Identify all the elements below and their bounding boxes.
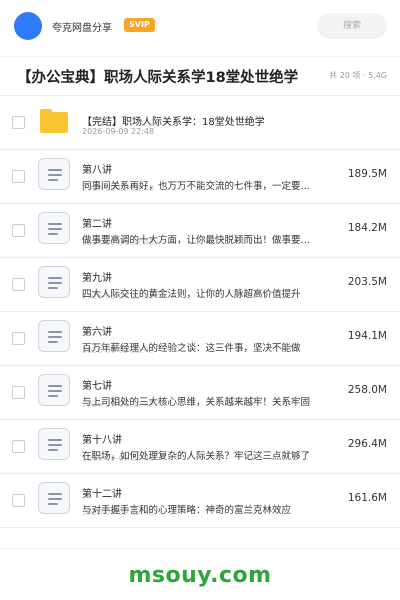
watermark: msouy.com [128, 563, 272, 588]
file-row[interactable]: 第十二讲 2026-09-09 22:48 与对手握手言和的心理策略：神奇的富兰… [0, 474, 400, 528]
file-name: 第十八讲 [82, 435, 122, 446]
file-row[interactable]: 第六讲 2026-09-09 22:48 百万年薪经理人的经验之谈：这三件事，坚… [0, 312, 400, 366]
file-row[interactable]: 第十八讲 2026-09-09 22:48 在职场，如何处理复杂的人际关系？牢记… [0, 420, 400, 474]
file-list: 【完结】职场人际关系学：18堂处世绝学 2026-09-09 22:48 第八讲… [0, 96, 400, 528]
row-checkbox[interactable] [12, 386, 25, 399]
file-name: 第十二讲 [82, 489, 122, 500]
row-checkbox[interactable] [12, 224, 25, 237]
folder-row[interactable]: 【完结】职场人际关系学：18堂处世绝学 2026-09-09 22:48 [0, 96, 400, 150]
file-description: 与对手握手言和的心理策略：神奇的富兰克林效应 [82, 505, 292, 516]
row-checkbox[interactable] [12, 170, 25, 183]
file-description: 在职场，如何处理复杂的人际关系？牢记这三点就够了 [82, 451, 311, 462]
file-size: 194.1M [347, 330, 387, 342]
svip-badge: SVIP [124, 18, 155, 32]
document-icon [38, 320, 70, 352]
file-size: 161.6M [347, 492, 387, 504]
file-size: 296.4M [347, 438, 387, 450]
file-description: 做事要高调的十大方面，让你最快脱颖而出！做事要高调 [82, 235, 314, 246]
file-description: 同事间关系再好，也万万不能交流的七件事，一定要注意 [82, 181, 314, 192]
document-icon [38, 482, 70, 514]
file-size: 203.5M [347, 276, 387, 288]
footer: msouy.com [0, 548, 400, 600]
file-description: 四大人际交往的黄金法则，让你的人脉超高价值提升 [82, 289, 301, 300]
file-row[interactable]: 第八讲 2026-09-09 22:48 同事间关系再好，也万万不能交流的七件事… [0, 150, 400, 204]
file-name: 第八讲 [82, 165, 112, 176]
folder-icon [40, 109, 68, 133]
row-checkbox[interactable] [12, 278, 25, 291]
page-title: 【办公宝典】职场人际关系学18堂处世绝学 [17, 70, 299, 86]
document-icon [38, 158, 70, 190]
document-icon [38, 212, 70, 244]
folder-time: 2026-09-09 22:48 [82, 127, 155, 136]
file-description: 百万年薪经理人的经验之谈：这三件事，坚决不能做 [82, 343, 301, 354]
document-icon [38, 428, 70, 460]
item-count-meta: 共 20 项 · 5.4G [329, 71, 387, 80]
title-bar: 【办公宝典】职场人际关系学18堂处世绝学 共 20 项 · 5.4G [0, 56, 400, 96]
file-size: 184.2M [347, 222, 387, 234]
document-icon [38, 374, 70, 406]
file-name: 第九讲 [82, 273, 112, 284]
file-name: 第七讲 [82, 381, 112, 392]
row-checkbox[interactable] [12, 332, 25, 345]
search-input[interactable] [317, 13, 387, 39]
file-description: 与上司相处的三大核心思维，关系越来越牢！关系牢固 [82, 397, 311, 408]
file-name: 第二讲 [82, 219, 112, 230]
row-checkbox[interactable] [12, 440, 25, 453]
file-size: 258.0M [347, 384, 387, 396]
file-row[interactable]: 第二讲 2026-09-09 22:48 做事要高调的十大方面，让你最快脱颖而出… [0, 204, 400, 258]
avatar[interactable] [14, 12, 42, 40]
folder-name: 【完结】职场人际关系学：18堂处世绝学 [82, 117, 265, 128]
file-row[interactable]: 第九讲 2026-09-09 22:48 四大人际交往的黄金法则，让你的人脉超高… [0, 258, 400, 312]
file-name: 第六讲 [82, 327, 112, 338]
document-icon [38, 266, 70, 298]
row-checkbox[interactable] [12, 116, 25, 129]
row-checkbox[interactable] [12, 494, 25, 507]
share-title: 夸克网盘分享 [52, 23, 112, 34]
file-size: 189.5M [347, 168, 387, 180]
file-row[interactable]: 第七讲 2026-09-09 22:48 与上司相处的三大核心思维，关系越来越牢… [0, 366, 400, 420]
header: 夸克网盘分享 SVIP [0, 0, 400, 52]
